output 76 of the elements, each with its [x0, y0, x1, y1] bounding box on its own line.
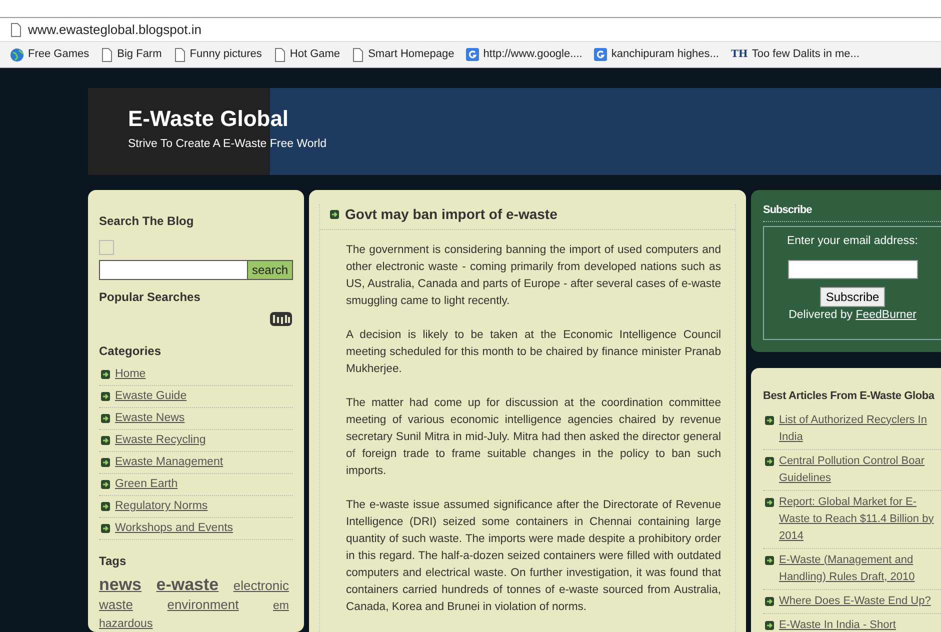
bullet-icon [101, 370, 110, 378]
search-field[interactable] [99, 260, 248, 280]
category-link[interactable]: Ewaste Management [115, 454, 224, 470]
bullet-icon [101, 414, 110, 422]
google-icon [594, 48, 608, 61]
subscribe-button[interactable]: Subscribe [820, 286, 886, 307]
article-link[interactable]: Central Pollution Control Boar Guidelines [779, 452, 925, 486]
post-paragraph: The e-waste issue assumed significance after the Directorate of Revenue Intelligence (DRI) seized some containers in Chennai containing large quantity of such waste. The imports were made despite a prohibitory order in this regard. The half-a-dozen seized containers were filled with outdated computers and electrical waste. On further investigation, it was found that containers carried hundreds of tonnes of e-waste sourced from Australia, Canada, Korea and Brunei in violation of norms. [346, 498, 721, 615]
page-icon [274, 48, 286, 62]
bullet-icon [765, 596, 774, 606]
bullet-icon [765, 498, 774, 506]
bookmark[interactable]: Funny pictures [174, 46, 262, 63]
widget-title: Popular Searches [99, 289, 202, 306]
bookmark[interactable]: http://www.google.... [466, 46, 582, 63]
bullet-icon [330, 210, 339, 219]
category-link[interactable]: Ewaste Recycling [115, 432, 206, 448]
tag-link[interactable]: em [273, 600, 289, 612]
tag-link[interactable]: electronic [233, 578, 289, 593]
category-link[interactable]: Regulatory Norms [115, 498, 208, 514]
widget-title: Best Articles From E-Waste Globa [763, 389, 936, 404]
logo-icon: TH [730, 47, 748, 62]
bookmark[interactable]: Free Games [10, 46, 90, 63]
bookmark[interactable]: Big Farm [101, 46, 162, 63]
site-tagline: Strive To Create A E-Waste Free World [128, 137, 327, 152]
bookmark[interactable]: TH Too few Dalits in me... [730, 46, 860, 63]
url-text[interactable]: www.ewasteglobal.blogspot.in [28, 20, 202, 40]
article-link[interactable]: Where Does E-Waste End Up? [779, 592, 931, 610]
tag-link[interactable]: waste [99, 597, 133, 612]
category-link[interactable]: Ewaste News [115, 410, 185, 426]
bullet-icon [101, 392, 110, 400]
page-icon [174, 48, 186, 62]
bookmark[interactable]: kanchipuram highes... [594, 46, 719, 63]
post-paragraph: The matter had come up for discussion at the coordination committee meeting of various economic intelligence agencies chaired by revenue secretary Sunil Mitra in mid-July. Mitra had then asked the director general of foreign trade to frame suitable changes in the policy to ban such imports. [346, 396, 721, 479]
google-icon [466, 48, 480, 61]
email-field[interactable] [788, 260, 918, 279]
bookmark[interactable]: Smart Homepage [352, 46, 454, 63]
tag-link[interactable]: news [99, 575, 142, 594]
checkbox[interactable] [99, 240, 114, 255]
bullet-icon [765, 620, 774, 630]
post-title[interactable]: Govt may ban import of e-waste [345, 204, 558, 225]
article-link[interactable]: List of Authorized Recyclers In India [779, 412, 927, 446]
post-paragraph: A decision is likely to be taken at the Economic Intelligence Council meeting scheduled for this month to be chaired by finance minister Pranab Mukherjee. [346, 328, 721, 377]
bullet-icon [765, 456, 774, 466]
site-title[interactable]: E-Waste Global [128, 106, 327, 132]
tag-link[interactable]: environment [167, 597, 239, 612]
tag-link[interactable]: hazardous [99, 618, 153, 630]
widget-title: Search The Blog [99, 213, 195, 230]
globe-icon [10, 48, 24, 62]
widget-title: Categories [99, 343, 162, 360]
article-link[interactable]: E-Waste In India - Short [779, 616, 896, 632]
bullet-icon [101, 436, 110, 444]
page-icon [101, 48, 114, 62]
feedburner-link[interactable]: FeedBurner [856, 309, 916, 321]
tag-link[interactable]: e-waste [156, 575, 219, 594]
bullet-icon [765, 416, 774, 424]
page-icon [10, 22, 22, 36]
page-icon [352, 48, 364, 62]
category-link[interactable]: Home [115, 366, 146, 382]
bullet-icon [765, 556, 774, 564]
category-link[interactable]: Ewaste Guide [115, 388, 187, 404]
bullet-icon [101, 524, 110, 532]
article-link[interactable]: Report: Global Market for E- Waste to Reach $11.4 Billion by 2014 [779, 494, 934, 544]
bullet-icon [101, 502, 110, 510]
delivered-by-text: Delivered by [788, 309, 854, 321]
article-link[interactable]: E-Waste (Management and Handling) Rules Draft, 2010 [779, 552, 915, 586]
category-link[interactable]: Green Earth [115, 476, 178, 492]
bullet-icon [101, 480, 110, 488]
post-paragraph: The government is considering banning the import of used computers and other electronic waste - coming primarily from developed nations such as US, Australia, Canada and parts of Europe - after several cases of e-waste smuggling came to light recently. [346, 243, 721, 309]
widget-title: Subscribe [763, 202, 941, 222]
email-prompt: Enter your email address: [786, 234, 920, 248]
lijit-logo-icon [269, 310, 293, 328]
search-button[interactable]: search [248, 260, 294, 280]
widget-title: Tags [99, 553, 128, 570]
bullet-icon [101, 458, 110, 466]
category-link[interactable]: Workshops and Events [115, 520, 234, 536]
bookmark[interactable]: Hot Game [274, 46, 340, 63]
